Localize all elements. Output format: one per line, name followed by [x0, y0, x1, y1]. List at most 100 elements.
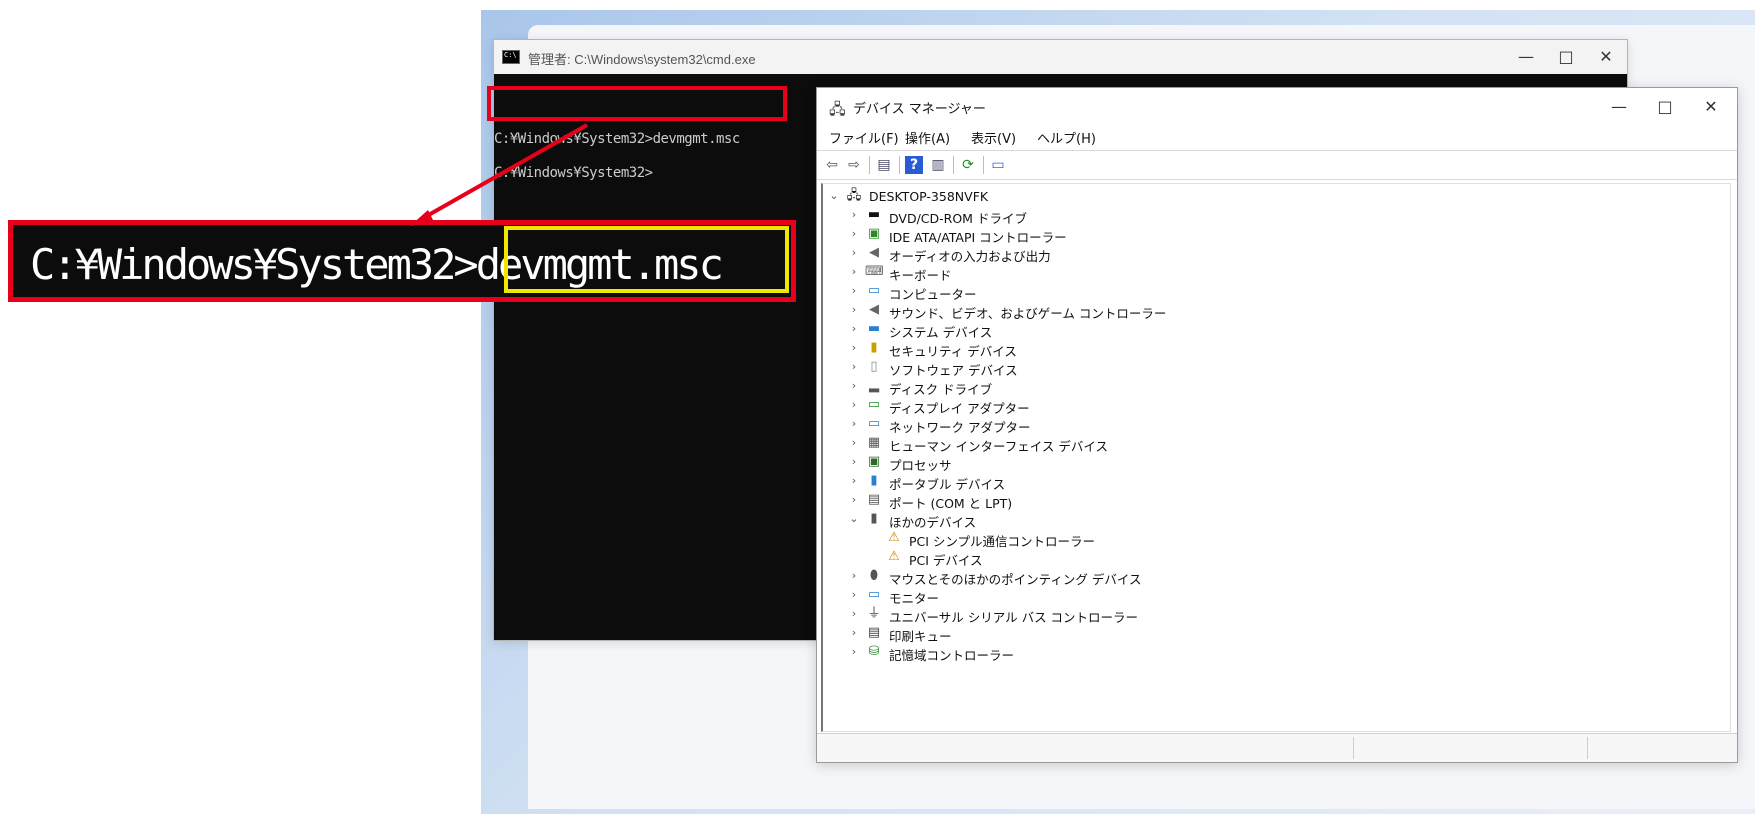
help-icon[interactable]: ? [905, 156, 923, 174]
chevron-right-icon[interactable]: › [847, 360, 861, 373]
menu-file[interactable]: ファイル(F) [829, 128, 899, 147]
tree-item[interactable]: › ▬ DVD/CD-ROM ドライブ [847, 206, 1447, 226]
chevron-right-icon[interactable]: › [847, 417, 861, 430]
menu-help[interactable]: ヘルプ(H) [1037, 128, 1096, 147]
dm-title-bar[interactable]: 🖧 デバイス マネージャー — □ ✕ [817, 88, 1737, 124]
status-bar [817, 733, 1737, 762]
command-yellow-highlight [504, 226, 789, 293]
chevron-down-icon[interactable]: ⌄ [827, 189, 841, 202]
usb-icon: ⏚ [867, 606, 881, 621]
chevron-right-icon[interactable]: › [847, 645, 861, 658]
tree-item[interactable]: › ◀ サウンド、ビデオ、およびゲーム コントローラー [847, 301, 1447, 321]
dm-window-title: デバイス マネージャー [853, 102, 986, 117]
chevron-right-icon[interactable]: › [847, 208, 861, 221]
cmd-app-icon [502, 50, 520, 64]
monitor-icon: ▭ [867, 283, 881, 298]
chevron-down-icon[interactable]: ⌄ [847, 512, 861, 525]
toolbar-divider [869, 156, 870, 174]
dm-menu-bar: ファイル(F) 操作(A) 表示(V) ヘルプ(H) [817, 124, 1737, 148]
warning-icon: ⚠ [888, 549, 900, 564]
tree-item[interactable]: › ▭ ネットワーク アダプター [847, 415, 1447, 435]
tree-item[interactable]: › ▯ ソフトウェア デバイス [847, 358, 1447, 378]
cmd-title-bar[interactable]: 管理者: C:\Windows\system32\cmd.exe — □ ✕ [494, 40, 1627, 74]
disk-drive-icon: ▂ [869, 378, 879, 393]
tree-item-label: 記憶域コントローラー [889, 648, 1015, 663]
tree-item[interactable]: › ▭ ディスプレイ アダプター [847, 396, 1447, 416]
tree-item[interactable]: › ⬮ マウスとそのほかのポインティング デバイス [847, 567, 1447, 587]
menu-view[interactable]: 表示(V) [971, 128, 1016, 147]
tree-item[interactable]: › ▭ コンピューター [847, 282, 1447, 302]
tree-item[interactable]: › ▭ モニター [847, 586, 1447, 606]
chevron-right-icon[interactable]: › [847, 607, 861, 620]
device-tree[interactable]: ⌄ 🖧 DESKTOP-358NVFK › ▬ DVD/CD-ROM ドライブ … [821, 183, 1731, 732]
tree-root-label: DESKTOP-358NVFK [869, 189, 989, 204]
processor-icon: ▣ [867, 454, 881, 469]
port-icon: ▤ [867, 492, 881, 507]
tree-root[interactable]: ⌄ 🖧 DESKTOP-358NVFK [827, 187, 1227, 207]
unknown-device-icon: ▮ [870, 511, 878, 526]
tree-item[interactable]: › ⏚ ユニバーサル シリアル バス コントローラー [847, 605, 1447, 625]
chevron-right-icon[interactable]: › [847, 379, 861, 392]
tree-item[interactable]: › ▬ システム デバイス [847, 320, 1447, 340]
scan-hardware-icon[interactable]: ▭ [989, 156, 1007, 174]
forward-arrow-icon[interactable]: ⇨ [845, 156, 863, 174]
speaker-icon: ◀ [869, 302, 879, 317]
chevron-right-icon[interactable]: › [847, 341, 861, 354]
tree-item[interactable]: › ⛁ 記憶域コントローラー [847, 643, 1447, 663]
back-arrow-icon[interactable]: ⇦ [823, 156, 841, 174]
tree-item-expanded[interactable]: ⌄ ▮ ほかのデバイス [847, 510, 1447, 530]
tree-subitem[interactable]: ⚠ PCI シンプル通信コントローラー [885, 529, 1385, 549]
tree-item[interactable]: › ▤ 印刷キュー [847, 624, 1447, 644]
cmd-minimize-button[interactable]: — [1506, 44, 1546, 70]
hid-icon: ▦ [867, 435, 881, 450]
tree-item[interactable]: › ▣ プロセッサ [847, 453, 1447, 473]
cmd-window-title: 管理者: C:\Windows\system32\cmd.exe [528, 52, 756, 67]
tree-item[interactable]: › ▮ ポータブル デバイス [847, 472, 1447, 492]
tree-item[interactable]: › ▂ ディスク ドライブ [847, 377, 1447, 397]
tree-item[interactable]: › ▤ ポート (COM と LPT) [847, 491, 1447, 511]
chevron-right-icon[interactable]: › [847, 474, 861, 487]
toolbar-divider [899, 156, 900, 174]
toolbar-divider [983, 156, 984, 174]
cmd-maximize-button[interactable]: □ [1546, 44, 1586, 70]
cmd-command-line: C:¥Windows¥System32>devmgmt.msc [494, 131, 740, 147]
tree-item[interactable]: › ▣ IDE ATA/ATAPI コントローラー [847, 225, 1447, 245]
chevron-right-icon[interactable]: › [847, 626, 861, 639]
chevron-right-icon[interactable]: › [847, 284, 861, 297]
warning-icon: ⚠ [888, 530, 900, 545]
chevron-right-icon[interactable]: › [847, 227, 861, 240]
tree-item[interactable]: › ◀ オーディオの入力および出力 [847, 244, 1447, 264]
ide-controller-icon: ▣ [867, 226, 881, 241]
portable-device-icon: ▮ [870, 473, 878, 488]
chevron-right-icon[interactable]: › [847, 588, 861, 601]
monitor-icon: ▭ [867, 587, 881, 602]
update-driver-icon[interactable]: ⟳ [959, 156, 977, 174]
tree-subitem[interactable]: ⚠ PCI デバイス [885, 548, 1385, 568]
tree-item[interactable]: › ⌨ キーボード [847, 263, 1447, 283]
speaker-icon: ◀ [869, 245, 879, 260]
system-folder-icon: ▬ [867, 321, 881, 336]
chevron-right-icon[interactable]: › [847, 493, 861, 506]
cmd-prompt-line: C:¥Windows¥System32> [494, 165, 653, 181]
chevron-right-icon[interactable]: › [847, 265, 861, 278]
chevron-right-icon[interactable]: › [847, 246, 861, 259]
display-adapter-icon: ▭ [867, 397, 881, 412]
dm-minimize-button[interactable]: — [1599, 94, 1639, 120]
keyboard-icon: ⌨ [865, 264, 884, 279]
tree-item[interactable]: › ▮ セキュリティ デバイス [847, 339, 1447, 359]
chevron-right-icon[interactable]: › [847, 569, 861, 582]
menu-action[interactable]: 操作(A) [905, 128, 950, 147]
dm-maximize-button[interactable]: □ [1645, 94, 1685, 120]
cmd-close-button[interactable]: ✕ [1586, 44, 1626, 70]
chevron-right-icon[interactable]: › [847, 436, 861, 449]
dm-close-button[interactable]: ✕ [1691, 94, 1731, 120]
chevron-right-icon[interactable]: › [847, 322, 861, 335]
device-manager-window[interactable]: 🖧 デバイス マネージャー — □ ✕ ファイル(F) 操作(A) 表示(V) … [816, 87, 1738, 763]
chevron-right-icon[interactable]: › [847, 455, 861, 468]
details-view-icon[interactable]: ▥ [929, 156, 947, 174]
chevron-right-icon[interactable]: › [847, 303, 861, 316]
tree-item[interactable]: › ▦ ヒューマン インターフェイス デバイス [847, 434, 1447, 454]
properties-icon[interactable]: ▤ [875, 156, 893, 174]
chevron-right-icon[interactable]: › [847, 398, 861, 411]
dvd-drive-icon: ▬ [867, 207, 881, 222]
